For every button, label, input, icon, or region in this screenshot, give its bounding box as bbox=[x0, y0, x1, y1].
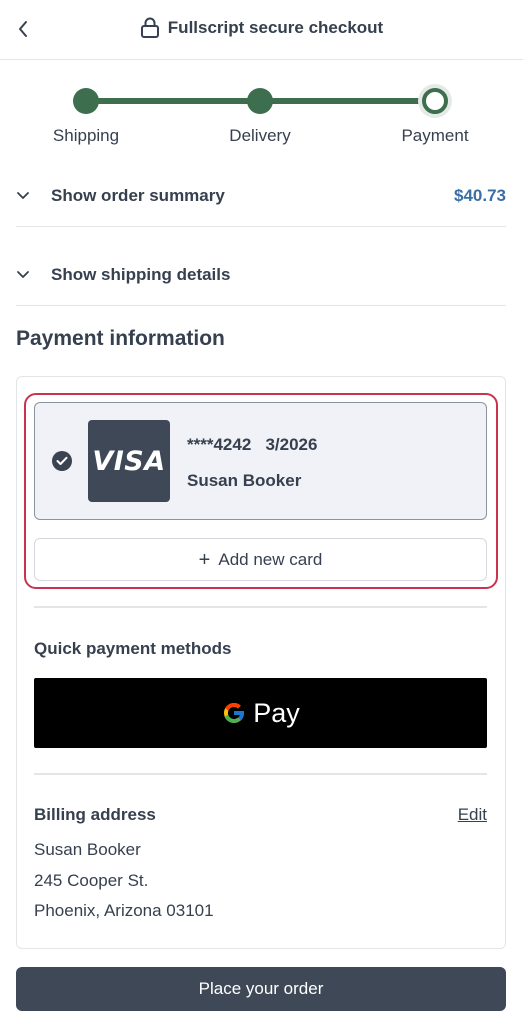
step-shipping-label: Shipping bbox=[52, 126, 120, 145]
card-number-expiry: ****4242 3/2026 bbox=[187, 435, 317, 455]
shipping-details-label: Show shipping details bbox=[51, 265, 231, 284]
card-brand: VISA bbox=[92, 445, 166, 477]
card-holder-name: Susan Booker bbox=[187, 471, 302, 490]
edit-billing-link[interactable]: Edit bbox=[458, 805, 487, 825]
order-summary-toggle[interactable]: Show order summary $40.73 bbox=[16, 165, 506, 227]
plus-icon: + bbox=[198, 548, 211, 571]
step-delivery-dot bbox=[247, 88, 273, 114]
billing-name: Susan Booker bbox=[34, 840, 141, 859]
google-g-icon bbox=[224, 703, 245, 723]
shipping-details-toggle[interactable]: Show shipping details bbox=[16, 244, 506, 306]
lock-icon bbox=[140, 17, 159, 38]
step-payment-label: Payment bbox=[401, 126, 469, 145]
billing-address-title: Billing address bbox=[34, 805, 156, 824]
card-expiry: 3/2026 bbox=[265, 435, 318, 454]
add-new-card-button[interactable]: + Add new card bbox=[34, 538, 487, 581]
step-payment-dot bbox=[422, 88, 448, 114]
check-icon bbox=[52, 451, 72, 471]
place-order-label: Place your order bbox=[198, 979, 324, 998]
billing-street: 245 Cooper St. bbox=[34, 871, 149, 890]
add-card-label: Add new card bbox=[218, 549, 323, 569]
order-summary-label: Show order summary bbox=[51, 186, 225, 205]
step-shipping-dot bbox=[73, 88, 99, 114]
visa-logo-icon: VISA bbox=[88, 420, 170, 502]
step-delivery-label: Delivery bbox=[229, 126, 291, 145]
header-title-group: Fullscript secure checkout bbox=[0, 17, 523, 39]
order-total-amount: $40.73 bbox=[454, 186, 506, 205]
google-pay-label: Pay bbox=[253, 697, 300, 728]
chevron-down-icon bbox=[16, 191, 42, 201]
divider bbox=[34, 606, 487, 608]
google-pay-button[interactable]: Pay bbox=[34, 678, 487, 748]
divider bbox=[16, 305, 506, 306]
card-number: ****4242 bbox=[187, 435, 252, 454]
checkout-stepper: Shipping Delivery Payment bbox=[0, 80, 523, 150]
saved-card-option[interactable]: VISA ****4242 3/2026 Susan Booker bbox=[34, 402, 487, 520]
divider bbox=[34, 773, 487, 775]
divider bbox=[16, 226, 506, 227]
page-title: Fullscript secure checkout bbox=[167, 18, 384, 37]
place-order-button[interactable]: Place your order bbox=[16, 967, 506, 1011]
chevron-down-icon bbox=[16, 270, 42, 280]
payment-section-title: Payment information bbox=[16, 327, 225, 350]
billing-city: Phoenix, Arizona 03101 bbox=[34, 901, 214, 920]
checkout-header: Fullscript secure checkout bbox=[0, 0, 523, 60]
quick-payment-title: Quick payment methods bbox=[34, 639, 232, 658]
